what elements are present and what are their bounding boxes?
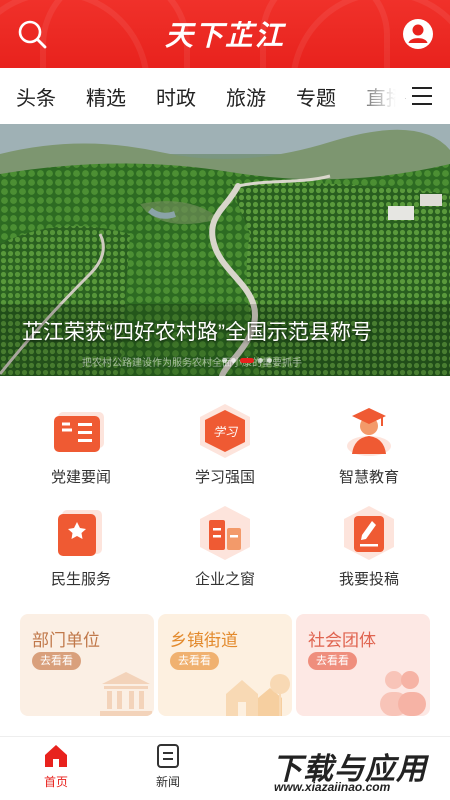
grid-livelihood[interactable]: 民生服务 bbox=[6, 506, 156, 596]
tab-home[interactable]: 首页 bbox=[26, 743, 86, 790]
tab-news[interactable]: 新闻 bbox=[138, 743, 198, 790]
tab-headlines[interactable]: 头条 bbox=[16, 82, 56, 111]
livelihood-icon bbox=[58, 510, 102, 556]
card-departments[interactable]: 部门单位 去看看 bbox=[20, 614, 154, 716]
card-title: 乡镇街道 bbox=[170, 631, 238, 650]
tab-topics[interactable]: 专题 bbox=[296, 82, 336, 111]
education-icon bbox=[347, 408, 391, 456]
carousel-dot[interactable] bbox=[267, 358, 272, 363]
news-icon bbox=[157, 744, 179, 768]
card-go-button[interactable]: 去看看 bbox=[32, 652, 81, 670]
site-watermark: 下载与应用 www.xiazaiinao.com bbox=[266, 742, 444, 796]
card-organizations[interactable]: 社会团体 去看看 bbox=[296, 614, 430, 716]
enterprise-icon bbox=[200, 506, 250, 560]
category-tabs: 头条 精选 时政 旅游 专题 直播 bbox=[0, 68, 450, 124]
study-icon: 学习 bbox=[200, 404, 250, 458]
group-people-icon bbox=[380, 671, 426, 716]
submit-icon bbox=[344, 506, 394, 560]
tab-label: 首页 bbox=[43, 775, 68, 789]
card-go-button[interactable]: 去看看 bbox=[308, 652, 357, 670]
tab-politics[interactable]: 时政 bbox=[156, 82, 196, 111]
grid-label: 学习强国 bbox=[194, 469, 255, 486]
grid-label: 我要投稿 bbox=[338, 571, 399, 588]
grid-label: 企业之窗 bbox=[194, 571, 255, 588]
grid-study[interactable]: 学习 学习强国 bbox=[150, 404, 300, 494]
user-icon[interactable] bbox=[402, 18, 434, 50]
grid-submit[interactable]: 我要投稿 bbox=[294, 506, 444, 596]
card-go-button[interactable]: 去看看 bbox=[170, 652, 219, 670]
grid-party-news[interactable]: 党建要闻 bbox=[6, 404, 156, 494]
house-icon bbox=[226, 674, 290, 716]
grid-education[interactable]: 智慧教育 bbox=[294, 404, 444, 494]
tabs-fade bbox=[345, 68, 405, 124]
tab-travel[interactable]: 旅游 bbox=[226, 82, 266, 111]
government-building-icon bbox=[100, 672, 152, 716]
headline-banner[interactable]: 芷江荣获“四好农村路”全国示范县称号 把农村公路建设作为服务农村全面小康的重要抓… bbox=[0, 124, 450, 376]
carousel-dot[interactable] bbox=[258, 358, 263, 363]
carousel-dot[interactable] bbox=[222, 358, 227, 363]
app-logo: 天下芷江 bbox=[164, 19, 285, 52]
grid-label: 智慧教育 bbox=[338, 469, 399, 486]
home-icon bbox=[45, 745, 67, 767]
carousel-indicator bbox=[222, 350, 276, 368]
tab-label: 新闻 bbox=[155, 775, 180, 789]
carousel-dot[interactable] bbox=[231, 358, 236, 363]
card-towns[interactable]: 乡镇街道 去看看 bbox=[158, 614, 292, 716]
svg-text:学习: 学习 bbox=[213, 425, 238, 439]
grid-label: 党建要闻 bbox=[50, 469, 111, 486]
card-title: 部门单位 bbox=[32, 631, 100, 650]
banner-headline[interactable]: 芷江荣获“四好农村路”全国示范县称号 bbox=[22, 316, 372, 346]
menu-icon[interactable] bbox=[412, 87, 432, 105]
app-header: 天下芷江 bbox=[0, 0, 450, 68]
grid-label: 民生服务 bbox=[50, 571, 111, 588]
carousel-dot-active[interactable] bbox=[240, 358, 254, 363]
party-news-icon bbox=[54, 412, 104, 452]
card-title: 社会团体 bbox=[308, 631, 376, 650]
watermark-url: www.xiazaiinao.com bbox=[274, 780, 391, 794]
tab-featured[interactable]: 精选 bbox=[86, 82, 126, 111]
grid-enterprise[interactable]: 企业之窗 bbox=[150, 506, 300, 596]
